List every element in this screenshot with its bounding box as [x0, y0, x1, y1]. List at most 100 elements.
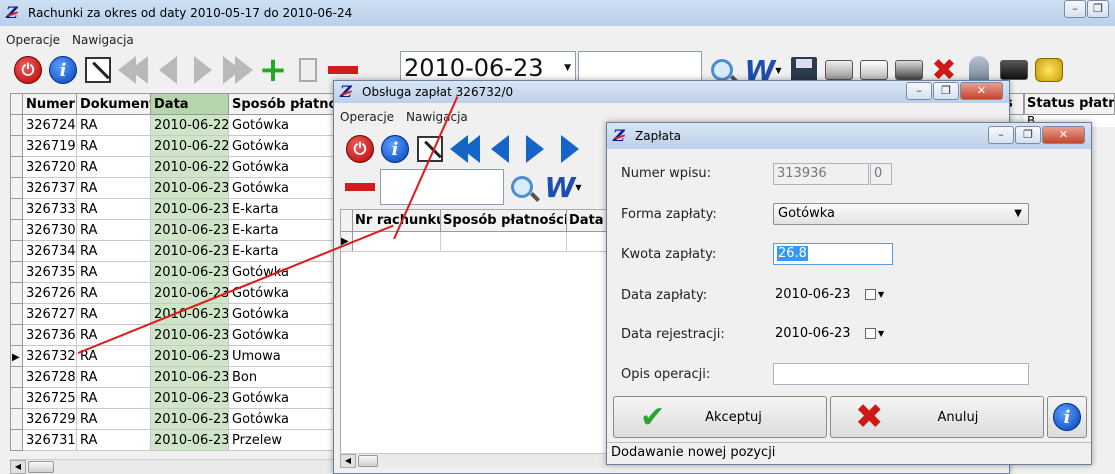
cell-dokument[interactable]: RA	[76, 114, 151, 136]
cell-sposob[interactable]: Gotówka	[228, 387, 341, 409]
scroll-left-icon[interactable]: ◀	[340, 454, 356, 468]
cell-data[interactable]: 2010-06-23	[150, 408, 229, 430]
scroll-thumb[interactable]	[28, 461, 54, 473]
add-button[interactable]: +	[257, 53, 289, 87]
kwota-zaplaty-input[interactable]: 26.8	[773, 243, 893, 265]
coins-button[interactable]	[1033, 54, 1065, 86]
cell-dokument[interactable]: RA	[76, 303, 151, 325]
cell-sposob[interactable]: Gotówka	[228, 303, 341, 325]
row-indicator[interactable]	[10, 387, 23, 409]
cell-numer[interactable]: 326725	[22, 387, 77, 409]
exit-button[interactable]: ⏻	[12, 54, 44, 86]
cell-dokument[interactable]: RA	[76, 177, 151, 199]
cell-numer[interactable]: 326735	[22, 261, 77, 283]
payments-menu-operacje[interactable]: Operacje	[334, 110, 400, 124]
row-indicator[interactable]	[10, 219, 23, 241]
accept-button[interactable]: ✔ Akceptuj	[613, 396, 827, 438]
calendar-icon[interactable]	[865, 289, 876, 300]
cell-numer[interactable]: 326720	[22, 156, 77, 178]
payments-menu-nawigacja[interactable]: Nawigacja	[400, 110, 474, 124]
scroll-thumb[interactable]	[358, 455, 378, 467]
cell-sposob[interactable]: Gotówka	[228, 324, 341, 346]
payments-search-field[interactable]	[380, 169, 504, 205]
column-header-numer[interactable]: Numer	[22, 93, 77, 115]
cell-data[interactable]: 2010-06-23	[150, 177, 229, 199]
cell-numer[interactable]: 326734	[22, 240, 77, 262]
prev-record-button[interactable]	[152, 54, 184, 86]
new-row[interactable]: ▶	[341, 232, 609, 252]
cell-sposob[interactable]: E-karta	[228, 219, 341, 241]
cell-dokument[interactable]: RA	[76, 261, 151, 283]
cell-dokument[interactable]: RA	[76, 219, 151, 241]
cell-numer[interactable]: 326732	[22, 345, 77, 367]
tools-button[interactable]	[82, 54, 114, 86]
table-row[interactable]: 326730 RA 2010-06-23 E-karta	[10, 219, 341, 241]
chevron-down-icon[interactable]: ▼	[878, 284, 884, 306]
last-record-button[interactable]	[222, 54, 254, 86]
cell-data[interactable]: 2010-06-23	[150, 429, 229, 451]
cell-dokument[interactable]: RA	[76, 135, 151, 157]
cell-numer[interactable]: 326736	[22, 324, 77, 346]
dialog-maximize-button[interactable]: ❐	[1015, 126, 1041, 144]
column-header-dokument[interactable]: Dokument	[76, 93, 151, 115]
cell-sposob[interactable]: E-karta	[228, 198, 341, 220]
main-horizontal-scrollbar[interactable]: ◀	[10, 459, 336, 474]
cell-data[interactable]: 2010-06-23	[150, 240, 229, 262]
table-row[interactable]: 326732RA2010-06-23Umowa	[10, 345, 341, 367]
forma-zaplaty-select[interactable]: Gotówka ▼	[773, 203, 1029, 225]
first-record-button[interactable]	[117, 54, 149, 86]
cell-sposob[interactable]: Gotówka	[228, 156, 341, 178]
payments-word-button[interactable]: W ▼	[541, 171, 585, 204]
row-indicator[interactable]	[10, 261, 23, 283]
cell-dokument[interactable]: RA	[76, 282, 151, 304]
table-row[interactable]: 326724 RA 2010-06-22 Gotówka	[10, 114, 341, 136]
payments-prev-button[interactable]	[484, 133, 516, 165]
main-menu-operacje[interactable]: Operacje	[0, 33, 66, 47]
payments-first-button[interactable]	[449, 133, 481, 165]
main-menu-nawigacja[interactable]: Nawigacja	[66, 33, 140, 47]
table-row[interactable]: 326719 RA 2010-06-22 Gotówka	[10, 135, 341, 157]
payments-maximize-button[interactable]: ❐	[933, 82, 959, 100]
cell-numer[interactable]: 326730	[22, 219, 77, 241]
cell-sposob[interactable]: Gotówka	[228, 408, 341, 430]
row-indicator[interactable]	[10, 408, 23, 430]
table-row[interactable]: 326725 RA 2010-06-23 Gotówka	[10, 387, 341, 409]
row-indicator[interactable]	[10, 429, 23, 451]
cell-data[interactable]: 2010-06-22	[150, 135, 229, 157]
cell-data[interactable]: 2010-06-23	[150, 198, 229, 220]
row-indicator[interactable]	[10, 324, 23, 346]
cell-dokument[interactable]: RA	[76, 408, 151, 430]
column-header-sposob[interactable]: Sposób płatno	[228, 93, 341, 115]
row-indicator[interactable]	[10, 240, 23, 262]
next-record-button[interactable]	[187, 54, 219, 86]
payments-next-button[interactable]	[519, 133, 551, 165]
row-indicator[interactable]	[10, 366, 23, 388]
cell-numer[interactable]: 326737	[22, 177, 77, 199]
dialog-close-button[interactable]: ✕	[1042, 126, 1085, 144]
cell-data[interactable]: 2010-06-22	[150, 156, 229, 178]
row-indicator[interactable]	[10, 345, 23, 367]
table-row[interactable]: 326733 RA 2010-06-23 E-karta	[10, 198, 341, 220]
data-zaplaty-picker[interactable]: 2010-06-23 ▼	[773, 284, 893, 306]
row-indicator[interactable]	[10, 156, 23, 178]
column-header-data[interactable]: Data	[567, 210, 609, 231]
payments-info-button[interactable]: i	[379, 133, 411, 165]
row-indicator[interactable]	[10, 303, 23, 325]
table-row[interactable]: 326734 RA 2010-06-23 E-karta	[10, 240, 341, 262]
cell-dokument[interactable]: RA	[76, 387, 151, 409]
row-indicator[interactable]	[10, 177, 23, 199]
main-maximize-button[interactable]: ❐	[1087, 0, 1109, 18]
table-row[interactable]: 326726 RA 2010-06-23 Gotówka	[10, 282, 341, 304]
scroll-left-icon[interactable]: ◀	[10, 460, 26, 474]
row-indicator[interactable]	[10, 114, 23, 136]
cell-data[interactable]: 2010-06-23	[150, 219, 229, 241]
cell-sposob[interactable]: Gotówka	[228, 261, 341, 283]
cell-data[interactable]: 2010-06-23	[150, 345, 229, 367]
cell-sposob[interactable]: Gotówka	[228, 114, 341, 136]
cell-sposob[interactable]: E-karta	[228, 240, 341, 262]
cell-data[interactable]: 2010-06-23	[150, 387, 229, 409]
cell-sposob[interactable]: Gotówka	[228, 177, 341, 199]
chevron-down-icon[interactable]: ▼	[878, 323, 884, 345]
cell-dokument[interactable]: RA	[76, 429, 151, 451]
opis-operacji-input[interactable]	[773, 363, 1029, 385]
